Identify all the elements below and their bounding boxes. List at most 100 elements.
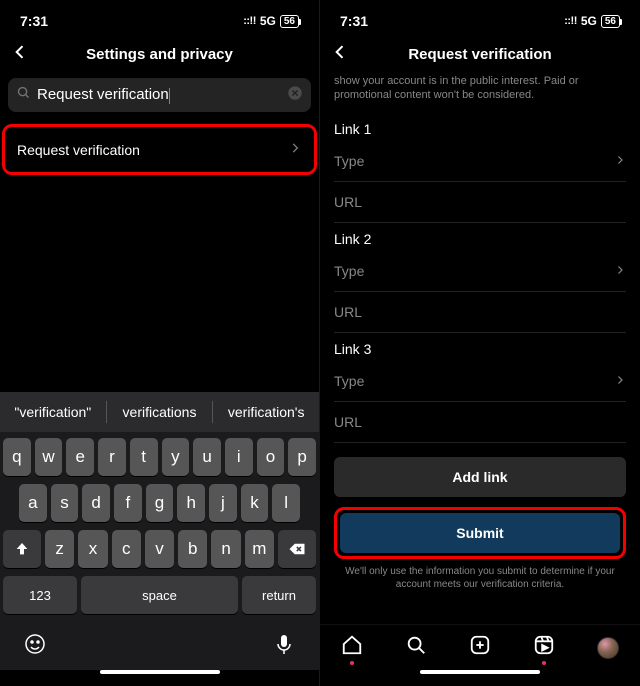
tab-create[interactable]	[469, 634, 491, 661]
navbar: Settings and privacy	[0, 34, 319, 74]
key-z[interactable]: z	[45, 530, 74, 568]
key-t[interactable]: t	[130, 438, 158, 476]
search-input[interactable]: Request verification	[8, 78, 311, 112]
link2-type-field[interactable]: Type	[334, 251, 626, 292]
tab-profile[interactable]	[597, 637, 619, 659]
home-indicator[interactable]	[0, 670, 319, 686]
key-u[interactable]: u	[193, 438, 221, 476]
key-space[interactable]: space	[81, 576, 238, 614]
submit-button[interactable]: Submit	[340, 513, 620, 553]
url-label: URL	[334, 304, 362, 320]
key-h[interactable]: h	[177, 484, 205, 522]
key-m[interactable]: m	[245, 530, 274, 568]
key-o[interactable]: o	[257, 438, 285, 476]
key-n[interactable]: n	[211, 530, 240, 568]
link1-header: Link 1	[334, 121, 626, 137]
search-result-row[interactable]: Request verification	[5, 127, 314, 172]
key-b[interactable]: b	[178, 530, 207, 568]
page-title: Request verification	[408, 46, 551, 63]
key-row-1: q w e r t y u i o p	[3, 438, 316, 476]
key-p[interactable]: p	[288, 438, 316, 476]
key-s[interactable]: s	[51, 484, 79, 522]
key-row-4: 123 space return	[3, 576, 316, 614]
key-w[interactable]: w	[35, 438, 63, 476]
battery-icon: 56	[601, 15, 620, 28]
highlight-result: Request verification	[2, 124, 317, 175]
key-r[interactable]: r	[98, 438, 126, 476]
type-label: Type	[334, 153, 364, 169]
status-time: 7:31	[20, 13, 48, 29]
tab-search[interactable]	[405, 634, 427, 661]
verification-form: show your account is in the public inter…	[320, 74, 640, 624]
disclaimer-text: We'll only use the information you submi…	[334, 565, 626, 597]
search-icon	[16, 85, 31, 105]
keyboard: q w e r t y u i o p a s d f g h j k l	[0, 432, 319, 670]
clear-icon[interactable]	[287, 85, 303, 106]
status-bar: 7:31 ::!! 5G 56	[0, 0, 319, 34]
navbar: Request verification	[320, 34, 640, 74]
suggestion-3[interactable]: verification's	[213, 404, 319, 420]
status-bar: 7:31 ::!! 5G 56	[320, 0, 640, 34]
key-x[interactable]: x	[78, 530, 107, 568]
battery-icon: 56	[280, 15, 299, 28]
add-link-button[interactable]: Add link	[334, 457, 626, 497]
status-right: ::!! 5G 56	[564, 14, 620, 28]
url-label: URL	[334, 414, 362, 430]
emoji-icon[interactable]	[23, 632, 47, 661]
key-q[interactable]: q	[3, 438, 31, 476]
key-123[interactable]: 123	[3, 576, 77, 614]
mic-icon[interactable]	[272, 632, 296, 661]
search-value: Request verification	[37, 86, 287, 103]
key-a[interactable]: a	[19, 484, 47, 522]
keyboard-suggestions: "verification" verifications verificatio…	[0, 392, 319, 432]
key-v[interactable]: v	[145, 530, 174, 568]
tab-reels[interactable]	[533, 634, 555, 661]
chevron-right-icon	[614, 373, 626, 389]
key-k[interactable]: k	[241, 484, 269, 522]
status-time: 7:31	[340, 13, 368, 29]
url-label: URL	[334, 194, 362, 210]
type-label: Type	[334, 263, 364, 279]
page-title: Settings and privacy	[86, 46, 233, 63]
suggestion-1[interactable]: "verification"	[0, 404, 106, 420]
result-label: Request verification	[17, 142, 140, 158]
chevron-right-icon	[614, 263, 626, 279]
key-row-3: z x c v b n m	[3, 530, 316, 568]
key-l[interactable]: l	[272, 484, 300, 522]
key-row-2: a s d f g h j k l	[3, 484, 316, 522]
back-button[interactable]	[10, 42, 30, 67]
status-right: ::!! 5G 56	[243, 14, 299, 28]
key-c[interactable]: c	[112, 530, 141, 568]
home-indicator[interactable]	[320, 670, 640, 686]
highlight-submit: Submit	[334, 507, 626, 559]
signal-icon: ::!!	[564, 15, 577, 27]
key-j[interactable]: j	[209, 484, 237, 522]
right-screenshot: 7:31 ::!! 5G 56 Request verification sho…	[320, 0, 640, 686]
network-label: 5G	[260, 14, 276, 28]
network-label: 5G	[581, 14, 597, 28]
key-return[interactable]: return	[242, 576, 316, 614]
tab-bar	[320, 624, 640, 670]
link2-url-field[interactable]: URL	[334, 292, 626, 333]
chevron-right-icon	[614, 153, 626, 169]
key-shift[interactable]	[3, 530, 41, 568]
suggestion-2[interactable]: verifications	[107, 404, 213, 420]
key-e[interactable]: e	[66, 438, 94, 476]
signal-icon: ::!!	[243, 15, 256, 27]
type-label: Type	[334, 373, 364, 389]
link1-type-field[interactable]: Type	[334, 141, 626, 182]
tab-home[interactable]	[341, 634, 363, 661]
key-backspace[interactable]	[278, 530, 316, 568]
key-f[interactable]: f	[114, 484, 142, 522]
link3-url-field[interactable]: URL	[334, 402, 626, 443]
key-g[interactable]: g	[146, 484, 174, 522]
back-button[interactable]	[330, 42, 350, 67]
link3-header: Link 3	[334, 341, 626, 357]
key-d[interactable]: d	[82, 484, 110, 522]
key-i[interactable]: i	[225, 438, 253, 476]
link1-url-field[interactable]: URL	[334, 182, 626, 223]
link3-type-field[interactable]: Type	[334, 361, 626, 402]
key-y[interactable]: y	[162, 438, 190, 476]
keyboard-bottom	[3, 622, 316, 666]
avatar	[597, 637, 619, 659]
